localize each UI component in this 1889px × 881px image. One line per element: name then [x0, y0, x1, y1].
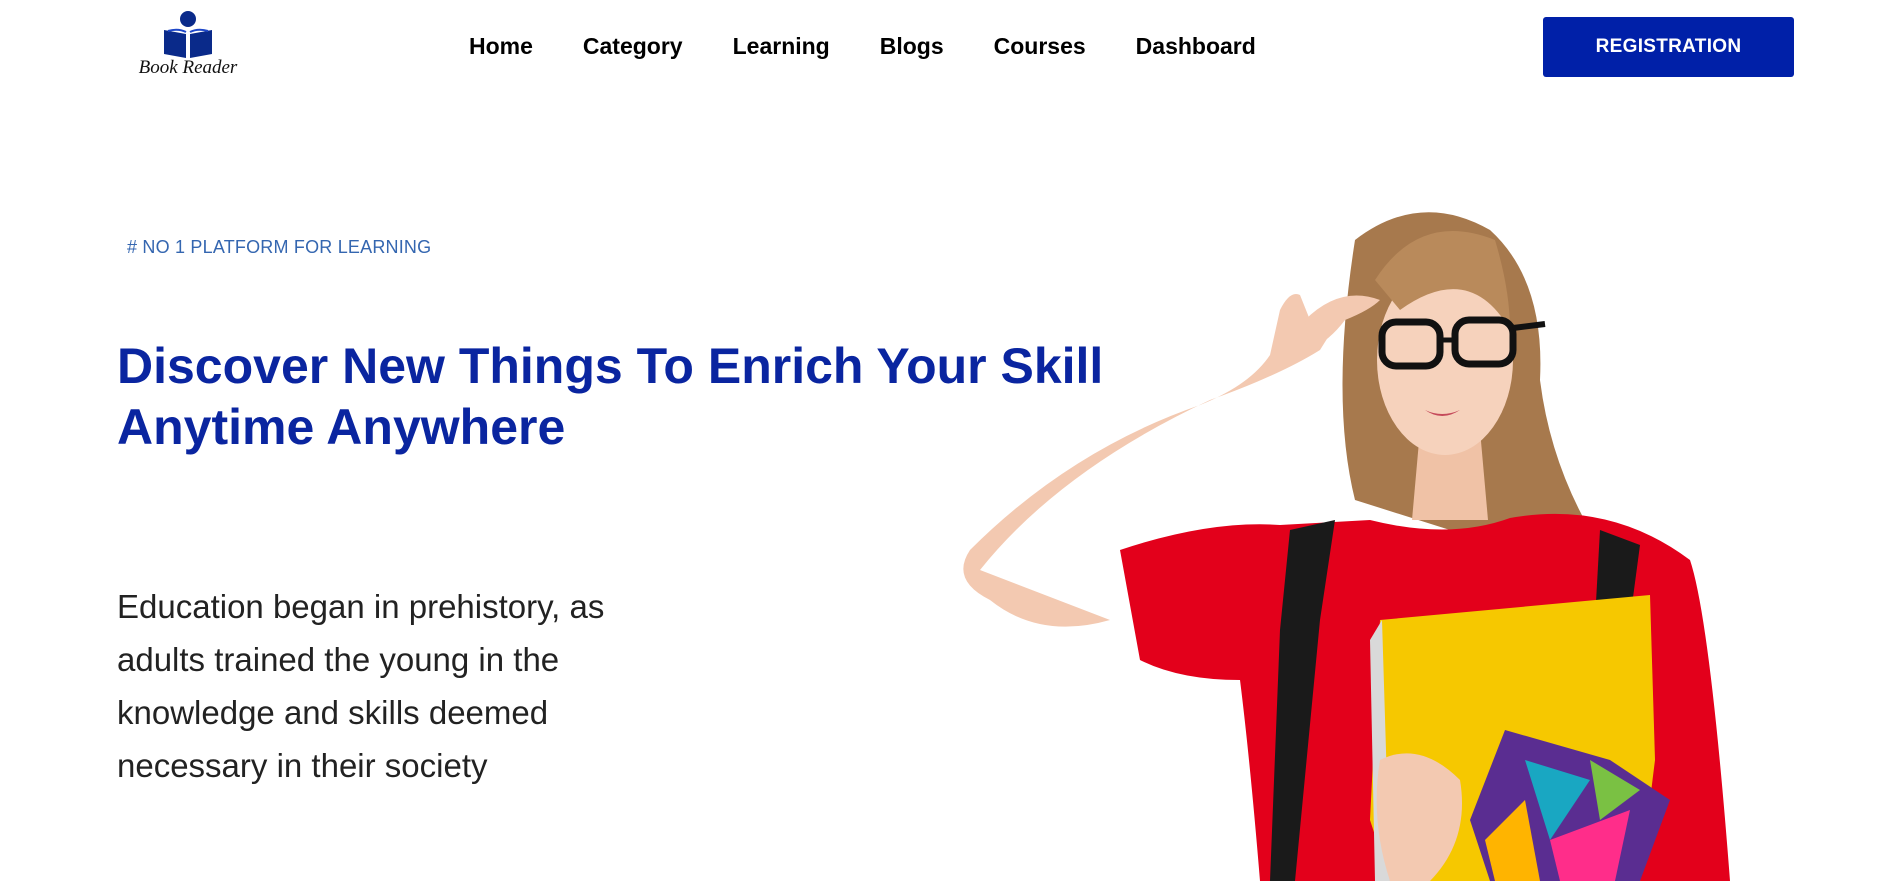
nav-learning[interactable]: Learning: [733, 33, 830, 60]
main-nav: Home Category Learning Blogs Courses Das…: [469, 33, 1256, 60]
nav-home[interactable]: Home: [469, 33, 533, 60]
book-reader-icon: [164, 11, 212, 58]
nav-category[interactable]: Category: [583, 33, 683, 60]
brand-name: Book Reader: [138, 57, 238, 78]
brand-logo[interactable]: Book Reader: [128, 10, 248, 80]
site-header: Book Reader Home Category Learning Blogs…: [0, 0, 1889, 100]
hero-student-image: [963, 212, 1730, 881]
nav-blogs[interactable]: Blogs: [880, 33, 944, 60]
hero-tagline: # NO 1 PLATFORM FOR LEARNING: [127, 237, 432, 257]
registration-button[interactable]: REGISTRATION: [1543, 17, 1794, 77]
nav-dashboard[interactable]: Dashboard: [1136, 33, 1256, 60]
nav-courses[interactable]: Courses: [994, 33, 1086, 60]
hero-description: Education began in prehistory, as adults…: [117, 588, 605, 784]
